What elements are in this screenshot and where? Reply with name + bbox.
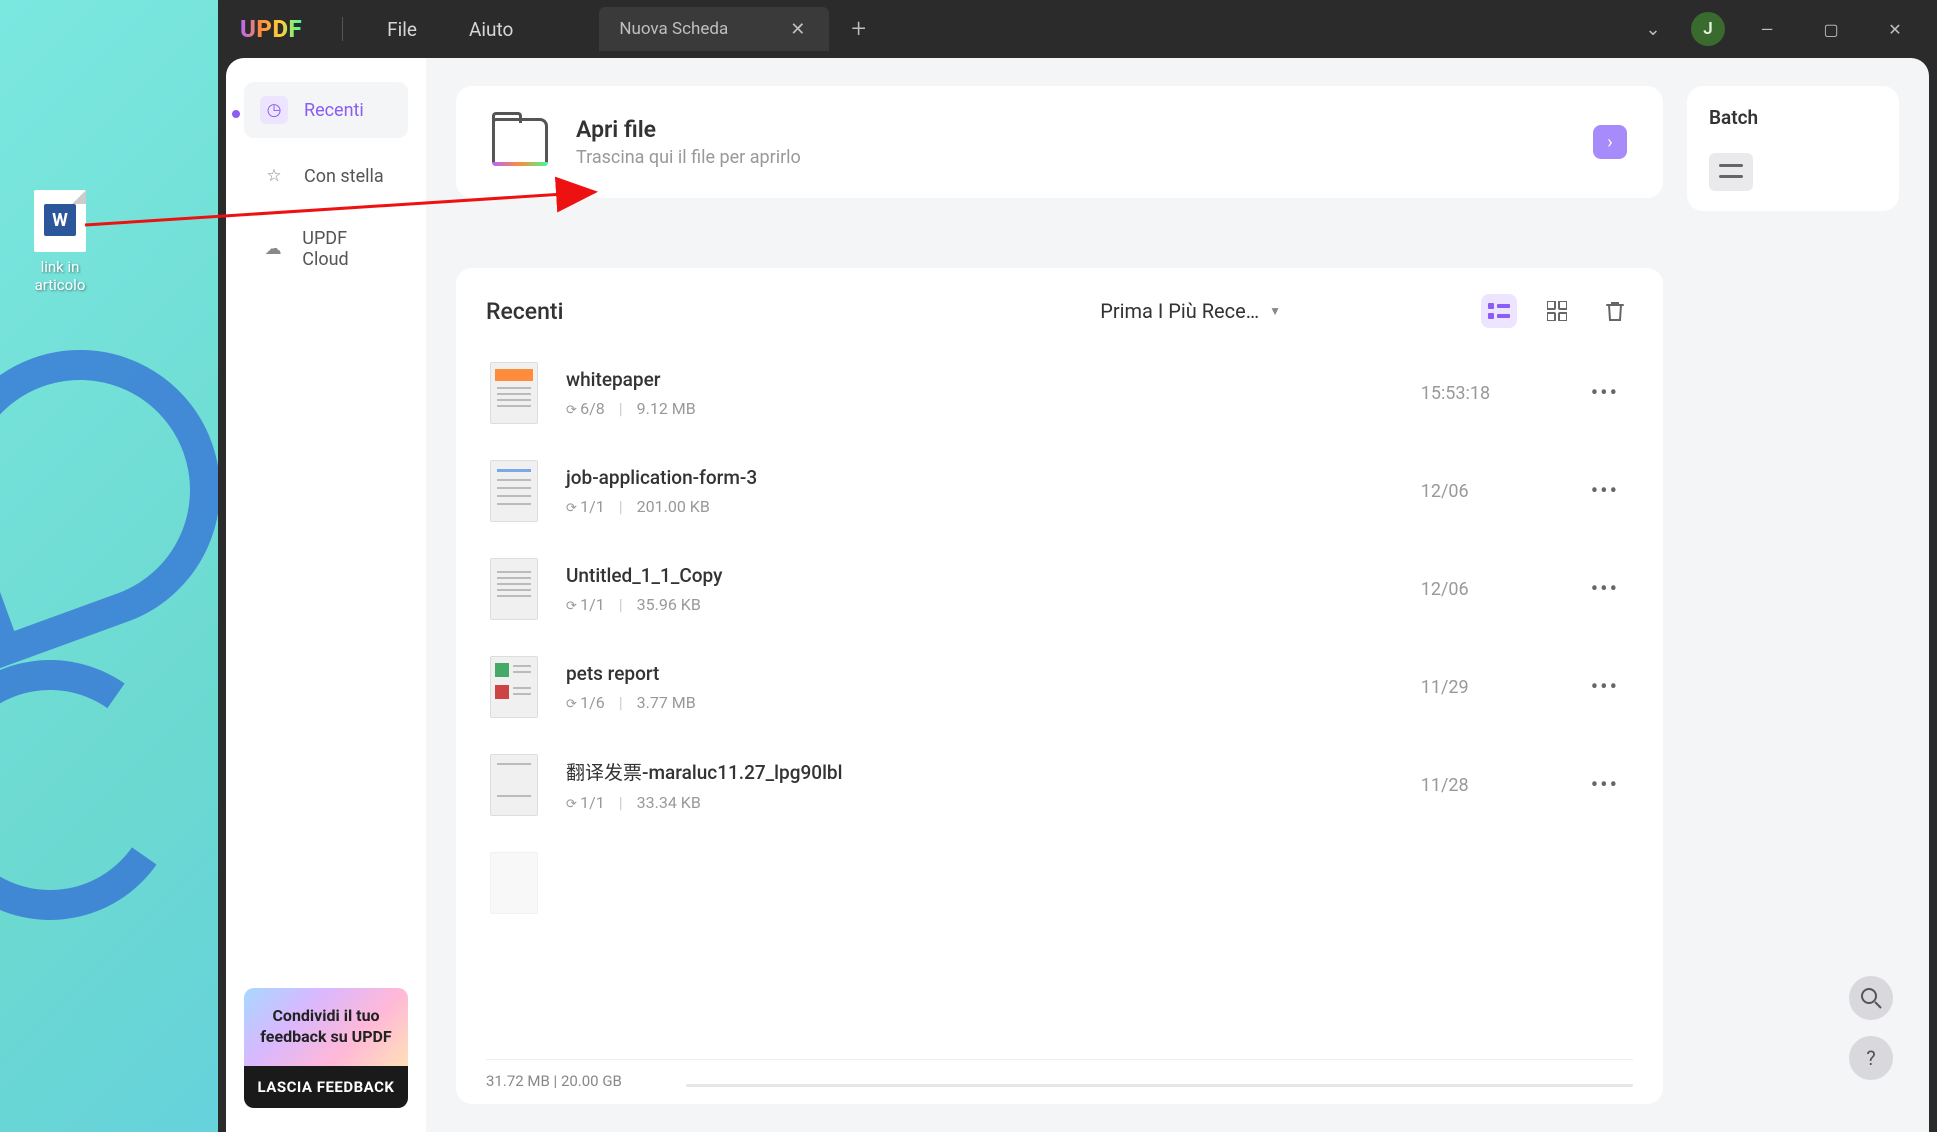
file-date: 11/29 — [1421, 677, 1581, 698]
help-button[interactable]: ? — [1849, 1036, 1893, 1080]
open-file-subtitle: Trascina qui il file per aprirlo — [576, 147, 801, 168]
file-date: 12/06 — [1421, 481, 1581, 502]
tab-close-icon[interactable]: ✕ — [786, 19, 809, 40]
tab-title: Nuova Scheda — [619, 19, 728, 39]
tab-new[interactable]: Nuova Scheda ✕ — [599, 7, 829, 51]
sidebar-label-recent: Recenti — [304, 100, 364, 121]
search-button[interactable] — [1849, 976, 1893, 1020]
file-row[interactable]: whitepaper 6/8|9.12 MB 15:53:18 ••• — [486, 344, 1633, 442]
minimize-button[interactable]: — — [1745, 7, 1789, 51]
folder-icon — [492, 118, 548, 166]
file-size: 33.34 KB — [637, 793, 701, 812]
view-list-button[interactable] — [1481, 294, 1517, 328]
sidebar-item-recent[interactable]: ◷ Recenti — [244, 82, 408, 138]
main-area: Apri file Trascina qui il file per aprir… — [426, 58, 1929, 1132]
file-list: whitepaper 6/8|9.12 MB 15:53:18 ••• job-… — [486, 344, 1633, 1059]
open-file-card[interactable]: Apri file Trascina qui il file per aprir… — [456, 86, 1663, 198]
file-name: pets report — [566, 662, 1421, 685]
sidebar-item-cloud[interactable]: ☁ UPDF Cloud — [244, 214, 408, 284]
file-row[interactable]: job-application-form-3 1/1|201.00 KB 12/… — [486, 442, 1633, 540]
recent-title: Recenti — [486, 298, 563, 325]
file-row[interactable]: pets report 1/6|3.77 MB 11/29 ••• — [486, 638, 1633, 736]
file-name: whitepaper — [566, 368, 1421, 391]
desktop-file-word[interactable]: W link in articolo — [20, 190, 100, 294]
titlebar: UPDF File Aiuto Nuova Scheda ✕ + ⌄ J — ▢… — [218, 0, 1937, 58]
file-thumbnail — [490, 460, 538, 522]
file-row[interactable] — [486, 834, 1633, 932]
help-icon: ? — [1866, 1046, 1875, 1070]
sort-dropdown[interactable]: Prima I Più Rece… ▼ — [1100, 299, 1281, 323]
star-icon: ☆ — [260, 162, 288, 190]
delete-button[interactable] — [1597, 294, 1633, 328]
file-date: 11/28 — [1421, 775, 1581, 796]
caret-down-icon: ▼ — [1269, 304, 1281, 318]
feedback-promo[interactable]: Condividi il tuo feedback su UPDF LASCIA… — [244, 988, 408, 1108]
logo-updf: UPDF — [240, 15, 302, 43]
storage-track — [686, 1084, 1633, 1087]
file-name: job-application-form-3 — [566, 466, 1421, 489]
file-thumbnail — [490, 852, 538, 914]
file-pages: 6/8 — [566, 399, 605, 418]
cloud-icon: ☁ — [260, 235, 286, 263]
sidebar-label-cloud: UPDF Cloud — [302, 228, 392, 270]
recent-panel: Recenti Prima I Più Rece… ▼ — [456, 268, 1663, 1104]
batch-icon — [1709, 153, 1753, 191]
sort-label: Prima I Più Rece… — [1100, 299, 1259, 323]
chevron-down-icon[interactable]: ⌄ — [1635, 11, 1671, 47]
file-pages: 1/1 — [566, 497, 605, 516]
file-more-icon[interactable]: ••• — [1581, 381, 1629, 406]
new-tab-button[interactable]: + — [829, 14, 888, 44]
file-more-icon[interactable]: ••• — [1581, 577, 1629, 602]
file-row[interactable]: Untitled_1_1_Copy 1/1|35.96 KB 12/06 ••• — [486, 540, 1633, 638]
word-file-icon: W — [34, 190, 86, 252]
file-thumbnail — [490, 558, 538, 620]
menu-help[interactable]: Aiuto — [443, 18, 539, 41]
batch-card[interactable]: Batch — [1687, 86, 1899, 211]
storage-bar: 31.72 MB | 20.00 GB — [486, 1059, 1633, 1104]
sidebar-label-starred: Con stella — [304, 166, 384, 187]
maximize-button[interactable]: ▢ — [1809, 7, 1853, 51]
menu-file[interactable]: File — [361, 18, 443, 41]
active-indicator — [232, 110, 240, 118]
file-date: 12/06 — [1421, 579, 1581, 600]
app-window: UPDF File Aiuto Nuova Scheda ✕ + ⌄ J — ▢… — [218, 0, 1937, 1132]
file-size: 9.12 MB — [637, 399, 696, 418]
feedback-text: Condividi il tuo feedback su UPDF — [244, 988, 408, 1066]
clock-icon: ◷ — [260, 96, 288, 124]
view-grid-button[interactable] — [1539, 294, 1575, 328]
file-size: 201.00 KB — [637, 497, 710, 516]
close-button[interactable]: ✕ — [1873, 7, 1917, 51]
desktop-file-label: link in articolo — [20, 258, 100, 294]
divider — [342, 17, 343, 41]
file-size: 3.77 MB — [637, 693, 696, 712]
open-file-arrow-icon[interactable]: › — [1593, 125, 1627, 159]
file-pages: 1/1 — [566, 793, 605, 812]
avatar[interactable]: J — [1691, 12, 1725, 46]
batch-title: Batch — [1709, 106, 1877, 129]
file-row[interactable]: 翻译发票-maraluc11.27_lpg90lbl 1/1|33.34 KB … — [486, 736, 1633, 834]
file-thumbnail — [490, 656, 538, 718]
file-date: 15:53:18 — [1421, 383, 1581, 404]
storage-text: 31.72 MB | 20.00 GB — [486, 1072, 622, 1090]
file-thumbnail — [490, 362, 538, 424]
file-name: 翻译发票-maraluc11.27_lpg90lbl — [566, 758, 1421, 785]
open-file-title: Apri file — [576, 116, 801, 143]
file-more-icon[interactable]: ••• — [1581, 675, 1629, 700]
sidebar: ◷ Recenti ☆ Con stella ☁ UPDF Cloud Cond… — [226, 58, 426, 1132]
file-size: 35.96 KB — [637, 595, 701, 614]
file-thumbnail — [490, 754, 538, 816]
file-pages: 1/1 — [566, 595, 605, 614]
search-icon — [1860, 987, 1882, 1009]
file-pages: 1/6 — [566, 693, 605, 712]
file-name: Untitled_1_1_Copy — [566, 564, 1421, 587]
file-more-icon[interactable]: ••• — [1581, 773, 1629, 798]
file-more-icon[interactable]: ••• — [1581, 479, 1629, 504]
feedback-button[interactable]: LASCIA FEEDBACK — [244, 1066, 408, 1108]
sidebar-item-starred[interactable]: ☆ Con stella — [244, 148, 408, 204]
